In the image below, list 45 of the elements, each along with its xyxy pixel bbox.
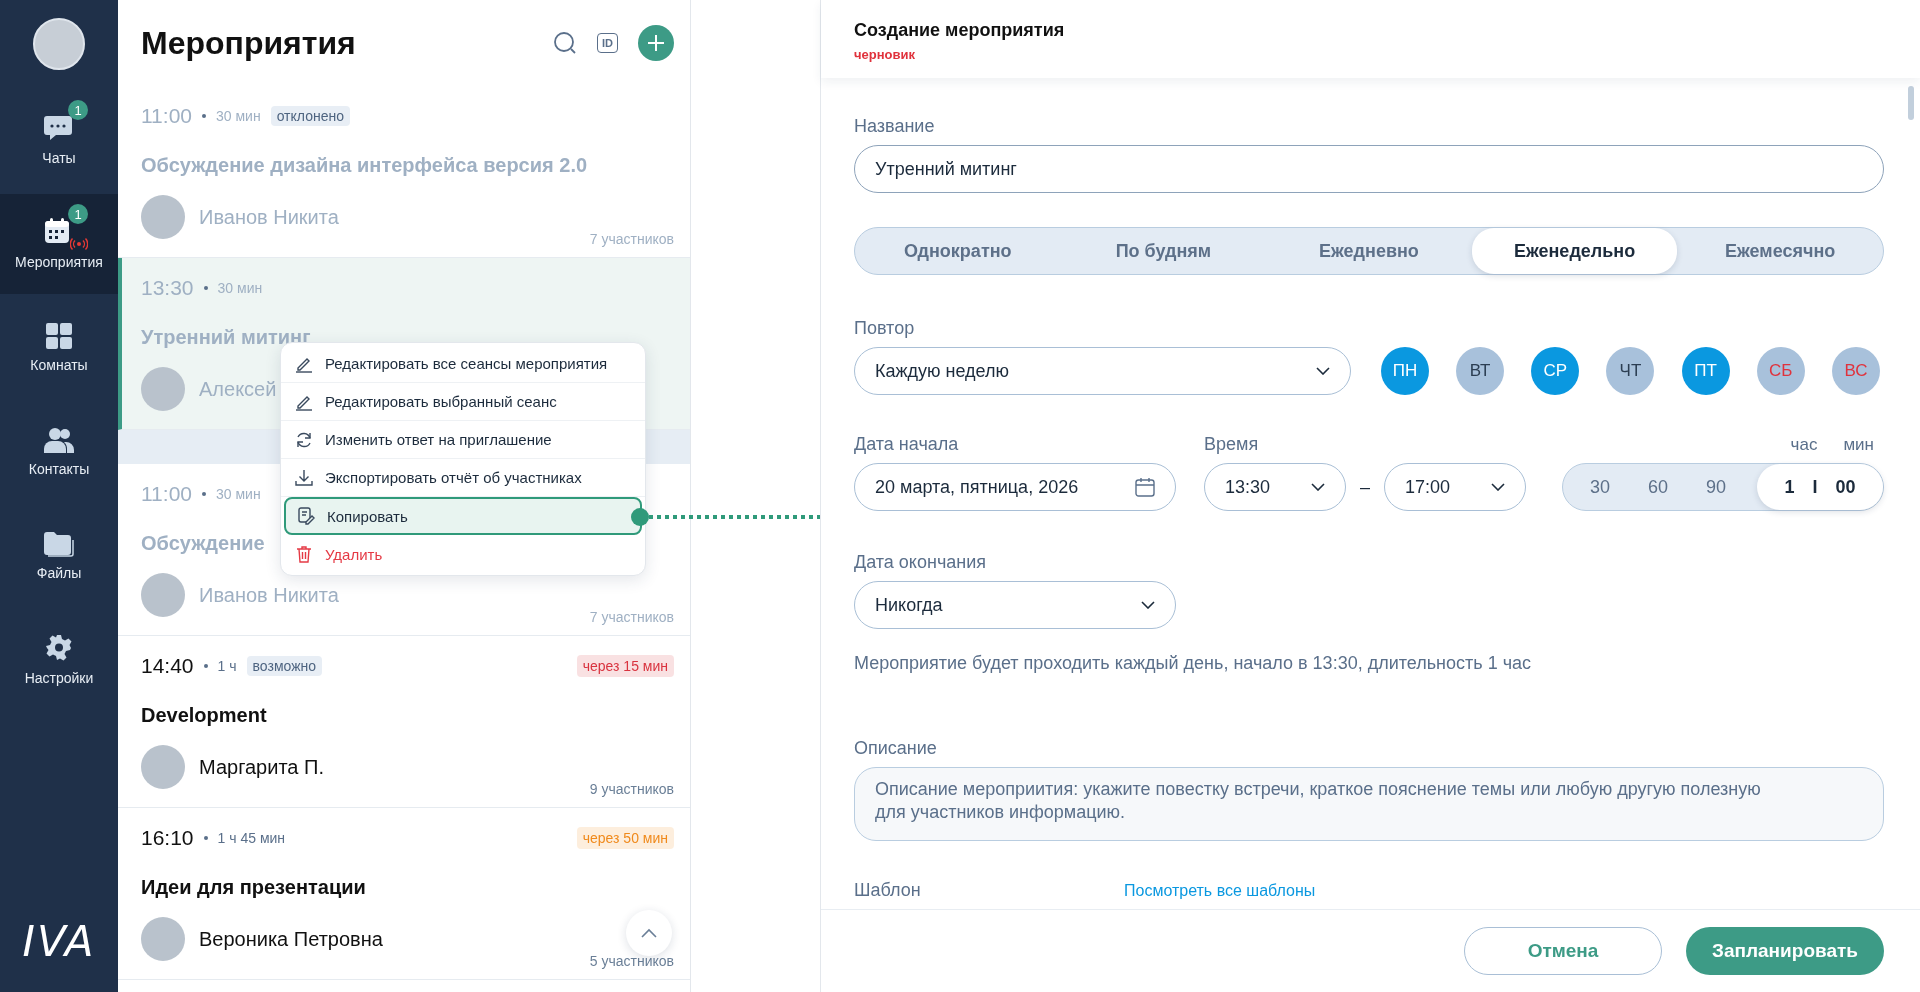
participants-count: 7 участников (589, 609, 674, 625)
event-duration: 1 ч 45 мин (217, 830, 286, 846)
draft-status: черновик (854, 47, 916, 62)
event-duration: 30 мин (217, 280, 263, 296)
unread-badge: 1 (68, 100, 88, 120)
field-label: Описание (854, 738, 938, 759)
event-duration: 30 мин (216, 486, 261, 502)
field-label: Дата начала (854, 434, 960, 455)
countdown-tag: через 50 мин (576, 827, 674, 849)
organizer-name: Алексей (199, 377, 277, 401)
event-time: 13:30 (141, 276, 194, 300)
organizer-name: Маргарита П. (199, 755, 324, 779)
field-label: Название (854, 116, 936, 137)
event-title: Обсуждение (141, 532, 265, 555)
event-time: 11:00 (141, 482, 192, 506)
participants-count: 7 участников (589, 231, 674, 247)
organizer-name: Иванов Никита (199, 583, 339, 607)
schedule-summary: Мероприятие будет проходить каждый день, начало в 13:30, длительность 1 час (854, 653, 1533, 674)
event-time: 14:40 (141, 654, 194, 678)
time-range-dash: – (1360, 476, 1370, 498)
event-title: Идеи для презентации (141, 876, 366, 899)
event-duration: 30 мин (216, 108, 261, 124)
event-duration: 1 ч (217, 658, 237, 674)
organizer-name: Иванов Никита (199, 205, 339, 229)
field-label: Время (1204, 434, 1260, 455)
event-time: 11:00 (141, 104, 192, 128)
status-tag: отклонено (270, 106, 350, 126)
event-title: Обсуждение дизайна интерфейса версия 2.0 (141, 154, 588, 177)
field-label: Дата окончания (854, 552, 988, 573)
event-title: Development (141, 704, 267, 727)
status-tag: возможно (246, 656, 322, 676)
organizer-name: Вероника Петровна (199, 927, 383, 951)
logo: IVA (21, 917, 97, 966)
field-label: Шаблон (854, 880, 922, 901)
participants-count: 9 участников (589, 781, 674, 797)
countdown-tag: через 15 мин (576, 655, 674, 677)
unread-badge: 1 (68, 204, 88, 224)
time-separator: I (1812, 476, 1818, 498)
page-title: Мероприятия (141, 24, 356, 62)
field-label: Повтор (854, 318, 916, 339)
hours-label: час (1790, 435, 1818, 455)
dialog-title: Создание мероприятия (854, 20, 1066, 41)
event-time: 16:10 (141, 826, 194, 850)
minutes-label: мин (1843, 435, 1874, 455)
participants-count: 5 участников (589, 953, 674, 969)
